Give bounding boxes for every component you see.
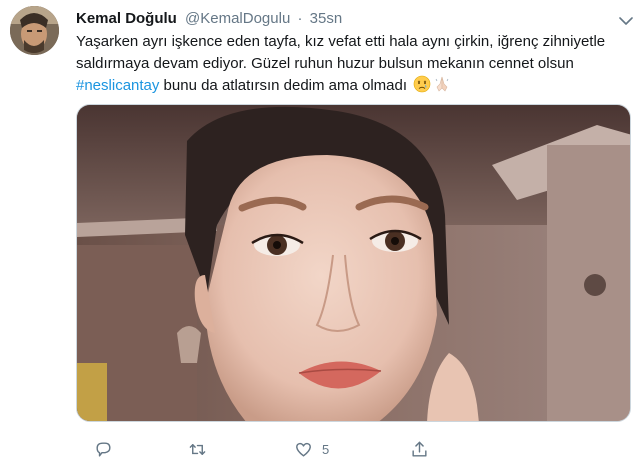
like-count: 5 [322, 441, 330, 457]
avatar-image [10, 6, 59, 55]
share-button[interactable] [410, 438, 429, 460]
hashtag-link[interactable]: #neslicantay [76, 77, 159, 94]
share-icon [412, 441, 427, 457]
tweet-header: Kemal Doğulu @KemalDogulu · 35sn [76, 9, 342, 28]
tweet: Kemal Doğulu @KemalDogulu · 35sn Yaşarke… [0, 0, 640, 470]
tweet-text-part2: bunu da atlatırsın dedim ama olmadı [159, 77, 408, 94]
retweet-icon [189, 443, 206, 455]
separator-dot: · [297, 10, 303, 27]
heart-icon [296, 442, 311, 457]
crying-face-icon [413, 75, 431, 93]
tweet-actions: 5 [76, 438, 576, 462]
chevron-down-icon[interactable] [619, 13, 633, 25]
tweet-timestamp[interactable]: 35sn [310, 10, 343, 27]
author-display-name[interactable]: Kemal Doğulu [76, 10, 177, 27]
like-button[interactable]: 5 [294, 438, 329, 460]
folded-hands-icon [433, 75, 451, 93]
tweet-text: Yaşarken ayrı işkence eden tayfa, kız ve… [76, 31, 631, 97]
reply-icon [96, 441, 111, 457]
reply-button[interactable] [94, 438, 122, 460]
author-handle[interactable]: @KemalDogulu [185, 10, 290, 27]
retweet-button[interactable] [188, 438, 216, 460]
photo-image [77, 105, 630, 421]
avatar[interactable] [10, 6, 59, 55]
tweet-photo[interactable] [76, 104, 631, 422]
tweet-text-part1: Yaşarken ayrı işkence eden tayfa, kız ve… [76, 33, 606, 72]
